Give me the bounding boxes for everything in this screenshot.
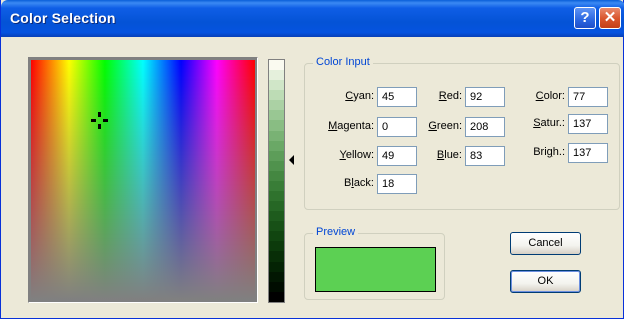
color-spectrum[interactable] [31,60,255,300]
crosshair-icon [91,112,108,129]
black-label: Black: [344,177,374,189]
luminance-step [269,241,284,252]
preview-label: Preview [313,226,359,238]
help-button[interactable]: ? [574,7,596,29]
luminance-step [269,291,284,302]
luminance-step [269,160,284,171]
color-input-group: Color Input Cyan: 45 Magenta: 0 Yellow: … [304,56,620,210]
luminance-step [269,70,284,81]
window-title: Color Selection [10,10,116,26]
preview-swatch [315,247,436,292]
saturation-label: Satur.: [533,117,565,129]
title-bar[interactable]: Color Selection ? ✕ [1,0,624,37]
luminance-step [269,150,284,161]
close-button[interactable]: ✕ [599,7,621,29]
ok-button[interactable]: OK [510,270,581,293]
brightness-label: Brigh.: [533,146,565,158]
luminance-step [269,201,284,212]
preview-group: Preview [304,226,445,300]
color-input-label: Color Input [313,56,373,68]
luminance-step [269,100,284,111]
luminance-step [269,231,284,242]
yellow-input[interactable]: 49 [377,146,417,166]
blue-label: Blue: [436,149,462,161]
luminance-step [269,80,284,91]
help-icon: ? [580,9,590,26]
luminance-step [269,130,284,141]
cyan-input[interactable]: 45 [377,87,417,107]
luminance-step [269,170,284,181]
luminance-step [269,191,284,202]
luminance-step [269,251,284,262]
magenta-input[interactable]: 0 [377,117,417,137]
black-input[interactable]: 18 [377,174,417,194]
luminance-step [269,110,284,121]
blue-input[interactable]: 83 [465,146,505,166]
yellow-label: Yellow: [339,149,374,161]
luminance-step [269,60,284,71]
green-input[interactable]: 208 [465,117,505,137]
triangle-left-icon[interactable] [289,155,294,165]
magenta-label: Magenta: [328,120,374,132]
saturation-input[interactable]: 137 [568,114,608,134]
luminance-step [269,140,284,151]
luminance-step [269,180,284,192]
cancel-button[interactable]: Cancel [510,232,581,255]
color-selection-dialog: Color Selection ? ✕ Color Input Cyan: 45… [0,0,624,319]
luminance-step [269,261,284,272]
color-label: Color: [535,90,565,102]
luminance-bar[interactable] [268,59,285,303]
color-input[interactable]: 77 [568,87,608,107]
green-label: Green: [428,120,462,132]
close-icon: ✕ [603,9,617,26]
red-input[interactable]: 92 [465,87,505,107]
luminance-step [269,90,284,101]
luminance-step [269,211,284,222]
cyan-label: Cyan: [345,90,374,102]
dialog-body: Color Input Cyan: 45 Magenta: 0 Yellow: … [5,37,620,315]
red-label: Red: [438,90,462,102]
luminance-step [269,271,284,282]
luminance-step [269,120,284,131]
luminance-step [269,221,284,232]
color-spectrum-frame [28,57,258,303]
luminance-step [269,281,284,292]
brightness-input[interactable]: 137 [568,143,608,163]
